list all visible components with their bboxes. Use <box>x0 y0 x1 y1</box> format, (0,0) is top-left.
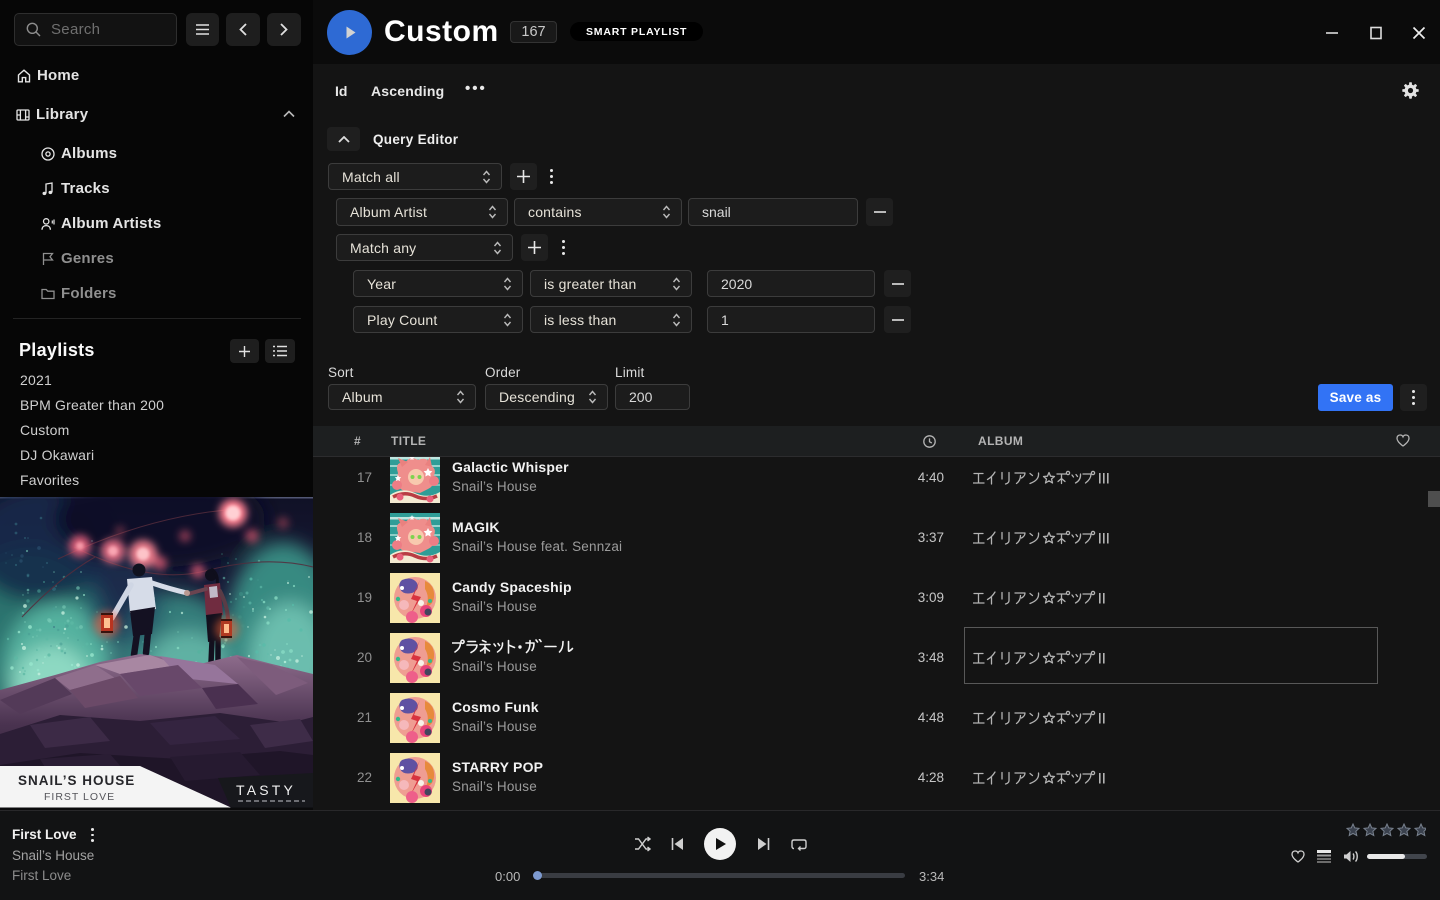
svg-text:FIRST LOVE: FIRST LOVE <box>44 791 115 803</box>
svg-text:SNAIL’S HOUSE: SNAIL’S HOUSE <box>18 773 135 788</box>
svg-text:TASTY: TASTY <box>236 782 296 798</box>
